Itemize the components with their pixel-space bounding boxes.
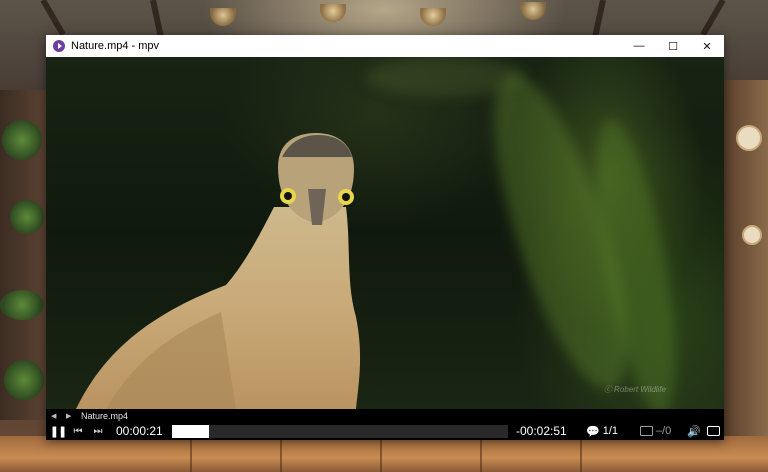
roof-beam xyxy=(150,0,165,40)
seek-bar-progress xyxy=(172,424,209,438)
wall-clock xyxy=(736,125,762,151)
osc-title-row: ◀ ▶ Nature.mp4 xyxy=(46,409,128,422)
chapter-button[interactable]: 💬 1/1 xyxy=(586,425,618,438)
roof-beam xyxy=(700,0,726,37)
mpv-window: Nature.mp4 - mpv — ☐ ✕ ⓒ Robert Wildlife… xyxy=(46,35,724,440)
plant xyxy=(10,200,44,234)
floor-board xyxy=(380,436,382,472)
pause-icon[interactable]: ❚❚ xyxy=(48,425,68,438)
osc-bar: ◀ ▶ Nature.mp4 ❚❚ ⏮ ⏭ 00:00:21 -00:02:51… xyxy=(46,409,724,440)
watermark-logo: ⓒ Robert Wildlife xyxy=(603,385,666,394)
skip-forward-icon[interactable]: ⏭ xyxy=(88,426,108,437)
roof-beam xyxy=(40,0,66,37)
floor-board xyxy=(280,436,282,472)
plant xyxy=(2,120,42,160)
osc-controls-row: ❚❚ ⏮ ⏭ 00:00:21 -00:02:51 💬 1/1 –/0 🔊 xyxy=(46,422,724,440)
speech-bubble-icon: 💬 xyxy=(586,425,600,438)
hanging-lamp xyxy=(520,2,546,20)
minimize-button[interactable]: — xyxy=(622,35,656,57)
chapter-count: 1/1 xyxy=(602,425,618,437)
subtitles-icon xyxy=(640,426,653,436)
triangle-left-icon[interactable]: ◀ xyxy=(51,412,61,420)
plant xyxy=(4,360,44,400)
hanging-lamp xyxy=(420,8,446,26)
media-filename[interactable]: Nature.mp4 xyxy=(81,411,128,421)
subtitle-count: –/0 xyxy=(656,425,672,437)
window-title: Nature.mp4 - mpv xyxy=(71,40,160,52)
heron-bird xyxy=(76,133,361,409)
subtitle-button[interactable]: –/0 xyxy=(640,425,671,437)
seek-bar[interactable] xyxy=(172,424,508,438)
floor xyxy=(0,436,768,472)
triangle-right-icon[interactable]: ▶ xyxy=(66,412,76,420)
video-frame[interactable]: ⓒ Robert Wildlife xyxy=(46,57,724,409)
speaker-icon[interactable]: 🔊 xyxy=(687,425,701,438)
hanging-lamp xyxy=(210,8,236,26)
hanging-lamp xyxy=(320,4,346,22)
floor-board xyxy=(480,436,482,472)
wall-clock xyxy=(742,225,762,245)
title-bar[interactable]: Nature.mp4 - mpv — ☐ ✕ xyxy=(46,35,724,57)
close-button[interactable]: ✕ xyxy=(690,35,724,57)
skip-back-icon[interactable]: ⏮ xyxy=(68,426,88,437)
fullscreen-icon[interactable] xyxy=(707,426,720,436)
floor-board xyxy=(190,436,192,472)
floor-board xyxy=(580,436,582,472)
mpv-app-icon[interactable] xyxy=(53,40,65,52)
roof-beam xyxy=(591,0,606,40)
plant xyxy=(0,290,44,320)
time-elapsed[interactable]: 00:00:21 xyxy=(116,424,172,438)
maximize-button[interactable]: ☐ xyxy=(656,35,690,57)
time-remaining[interactable]: -00:02:51 xyxy=(516,424,578,438)
window-controls: — ☐ ✕ xyxy=(622,35,724,57)
